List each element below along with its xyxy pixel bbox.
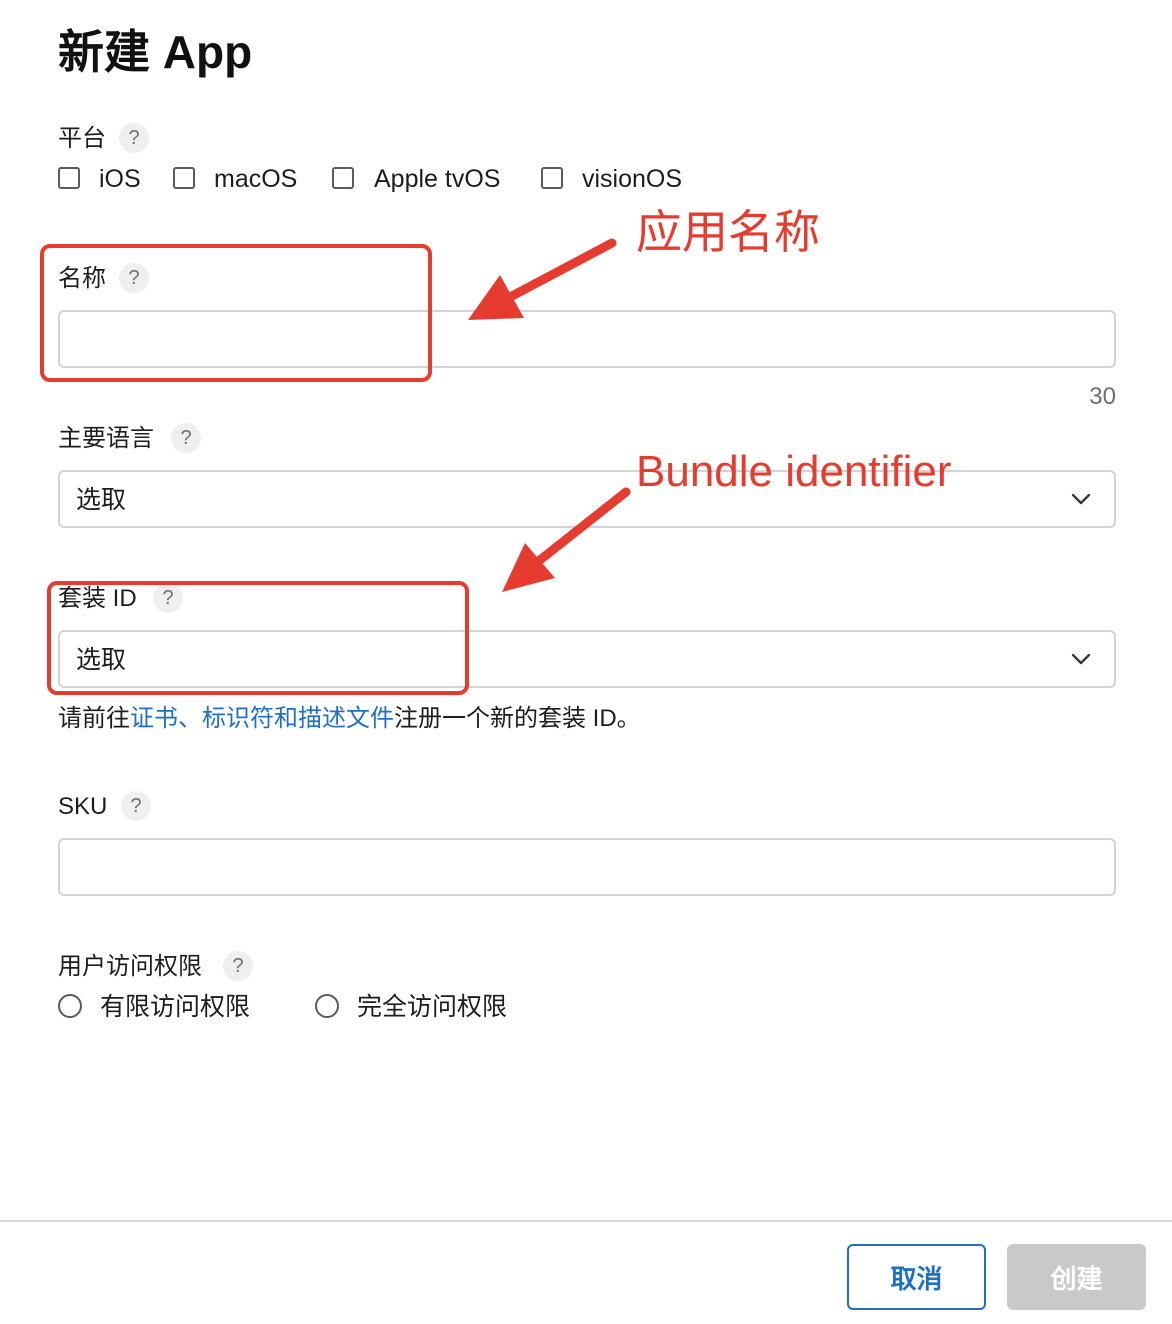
bundle-id-highlight-box <box>47 581 469 695</box>
full-access-label[interactable]: 完全访问权限 <box>357 990 507 1024</box>
platform-label: 平台 <box>58 125 106 152</box>
certificates-link[interactable]: 证书、标识符和描述文件 <box>130 705 394 732</box>
platform-ios-label[interactable]: iOS <box>99 162 141 196</box>
cancel-button[interactable]: 取消 <box>847 1244 986 1310</box>
limited-access-label[interactable]: 有限访问权限 <box>100 990 250 1024</box>
sku-input[interactable] <box>58 838 1116 896</box>
primary-language-label: 主要语言 <box>58 425 154 452</box>
platform-visionos-checkbox[interactable] <box>541 167 563 189</box>
bundle-id-hint: 请前往证书、标识符和描述文件注册一个新的套装 ID。 <box>58 702 641 736</box>
dialog-title: 新建 App <box>58 26 253 78</box>
platform-macos-label[interactable]: macOS <box>214 162 297 196</box>
primary-language-help-icon[interactable]: ? <box>171 423 201 453</box>
arrow-icon <box>468 238 617 320</box>
primary-language-selected: 选取 <box>76 486 127 514</box>
name-highlight-box <box>40 244 432 382</box>
app-name-annotation: 应用名称 <box>636 206 820 258</box>
platform-ios-checkbox[interactable] <box>58 167 80 189</box>
bundle-id-hint-suffix: 注册一个新的套装 ID。 <box>394 705 641 732</box>
user-access-label: 用户访问权限 <box>58 953 202 980</box>
platform-visionos-label[interactable]: visionOS <box>582 162 682 196</box>
platform-tvos-label[interactable]: Apple tvOS <box>374 162 500 196</box>
user-access-help-icon[interactable]: ? <box>223 951 253 981</box>
sku-help-icon[interactable]: ? <box>121 791 151 821</box>
name-char-counter: 30 <box>1089 383 1116 410</box>
footer-divider <box>0 1220 1172 1222</box>
create-button[interactable]: 创建 <box>1007 1244 1146 1310</box>
chevron-down-icon <box>1071 653 1091 665</box>
bundle-identifier-annotation: Bundle identifier <box>636 447 952 496</box>
limited-access-radio[interactable] <box>58 994 82 1018</box>
bundle-id-hint-prefix: 请前往 <box>58 705 130 732</box>
platform-tvos-checkbox[interactable] <box>332 167 354 189</box>
sku-label: SKU <box>58 793 108 820</box>
platform-help-icon[interactable]: ? <box>119 123 149 153</box>
primary-language-select[interactable]: 选取 <box>58 470 1116 528</box>
full-access-radio[interactable] <box>315 994 339 1018</box>
platform-macos-checkbox[interactable] <box>173 167 195 189</box>
chevron-down-icon <box>1071 493 1091 505</box>
